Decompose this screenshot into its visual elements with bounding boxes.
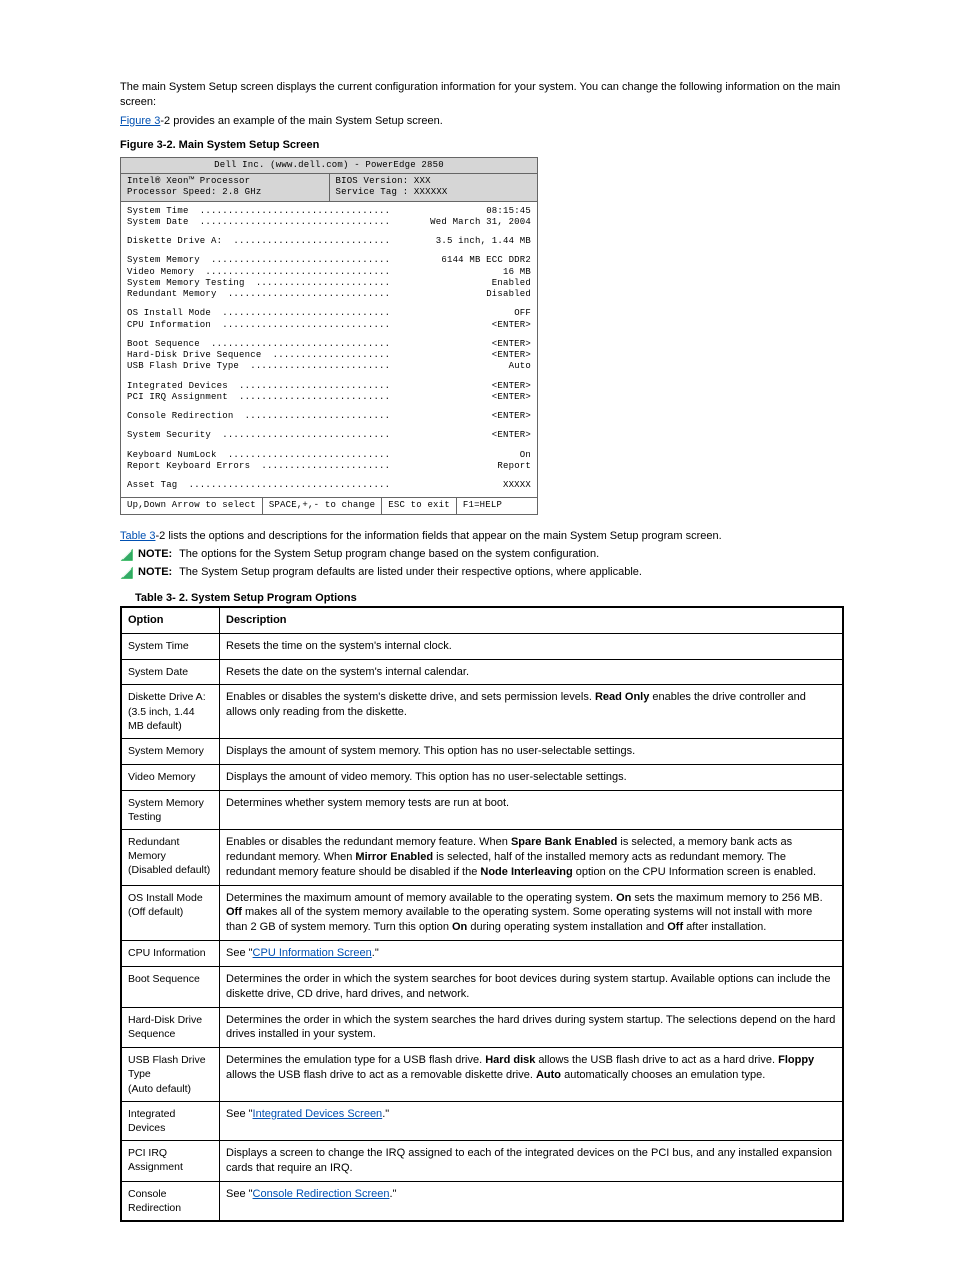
table-row: CPU InformationSee "CPU Information Scre… (121, 941, 843, 967)
bios-setting-row: PCI IRQ Assignment .....................… (127, 392, 531, 403)
inline-link[interactable]: Console Redirection Screen (253, 1188, 390, 1200)
option-cell: OS Install Mode(Off default) (121, 885, 220, 941)
bios-setting-row: System Time ............................… (127, 206, 531, 217)
bios-setting-row: Video Memory ...........................… (127, 267, 531, 278)
bios-setting-row: Console Redirection ....................… (127, 411, 531, 422)
bios-setting-row: System Date ............................… (127, 217, 531, 228)
table-row: PCI IRQ AssignmentDisplays a screen to c… (121, 1141, 843, 1182)
description-cell: Enables or disables the redundant memory… (220, 830, 844, 886)
bios-setting-row: Integrated Devices .....................… (127, 381, 531, 392)
table-row: Video MemoryDisplays the amount of video… (121, 764, 843, 790)
description-cell: See "Console Redirection Screen." (220, 1181, 844, 1221)
table-row: Boot SequenceDetermines the order in whi… (121, 966, 843, 1007)
option-cell: PCI IRQ Assignment (121, 1141, 220, 1182)
figure-link-line: Figure 3-2 provides an example of the ma… (120, 115, 844, 127)
inline-link[interactable]: CPU Information Screen (253, 947, 372, 959)
table-row: System DateResets the date on the system… (121, 659, 843, 685)
table-row: System TimeResets the time on the system… (121, 633, 843, 659)
option-cell: System Memory (121, 738, 220, 764)
bios-setting-row: Redundant Memory .......................… (127, 289, 531, 300)
description-cell: Determines whether system memory tests a… (220, 790, 844, 829)
option-cell: Integrated Devices (121, 1101, 220, 1140)
note-icon (120, 566, 134, 580)
bios-header-left: Intel® Xeon™ Processor Processor Speed: … (121, 174, 330, 201)
bios-footer-hint: Up,Down Arrow to select (121, 498, 263, 513)
table-lead-paragraph: Table 3-2 lists the options and descript… (120, 529, 844, 544)
figure-3-link[interactable]: Figure 3 (120, 115, 160, 127)
col-option: Option (121, 607, 220, 633)
description-cell: Displays the amount of video memory. Thi… (220, 764, 844, 790)
bios-footer: Up,Down Arrow to selectSPACE,+,- to chan… (121, 497, 537, 513)
figure-caption: Figure 3-2. Main System Setup Screen (120, 139, 844, 151)
bios-setting-row: Boot Sequence ..........................… (127, 339, 531, 350)
table-row: Redundant Memory(Disabled default)Enable… (121, 830, 843, 886)
bios-setting-row: System Memory Testing ..................… (127, 278, 531, 289)
option-cell: USB Flash Drive Type(Auto default) (121, 1048, 220, 1102)
table-caption: Table 3- 2. System Setup Program Options (135, 592, 844, 604)
note-1: NOTE: The options for the System Setup p… (120, 548, 844, 562)
intro-paragraph: The main System Setup screen displays th… (120, 80, 844, 111)
option-cell: Hard-Disk Drive Sequence (121, 1007, 220, 1048)
bios-setting-row: OS Install Mode ........................… (127, 308, 531, 319)
bios-setting-row: Hard-Disk Drive Sequence ...............… (127, 350, 531, 361)
description-cell: Determines the order in which the system… (220, 966, 844, 1007)
description-cell: Displays a screen to change the IRQ assi… (220, 1141, 844, 1182)
bios-header-right: BIOS Version: XXX Service Tag : XXXXXX (330, 174, 538, 201)
table-row: Integrated DevicesSee "Integrated Device… (121, 1101, 843, 1140)
table-row: OS Install Mode(Off default)Determines t… (121, 885, 843, 941)
option-cell: Video Memory (121, 764, 220, 790)
description-cell: Resets the time on the system's internal… (220, 633, 844, 659)
table-row: Console RedirectionSee "Console Redirect… (121, 1181, 843, 1221)
option-cell: System Date (121, 659, 220, 685)
description-cell: Resets the date on the system's internal… (220, 659, 844, 685)
bios-title: Dell Inc. (www.dell.com) - PowerEdge 285… (121, 158, 537, 174)
description-cell: Determines the maximum amount of memory … (220, 885, 844, 941)
description-cell: See "Integrated Devices Screen." (220, 1101, 844, 1140)
table-row: USB Flash Drive Type(Auto default)Determ… (121, 1048, 843, 1102)
col-description: Description (220, 607, 844, 633)
option-cell: Console Redirection (121, 1181, 220, 1221)
figure-link-suffix: -2 provides an example of the main Syste… (160, 115, 442, 127)
description-cell: Displays the amount of system memory. Th… (220, 738, 844, 764)
intro-text: The main System Setup screen displays th… (120, 81, 840, 108)
table-3-link[interactable]: Table 3 (120, 530, 155, 542)
bios-setting-row: Asset Tag ..............................… (127, 480, 531, 491)
bios-footer-hint: SPACE,+,- to change (263, 498, 382, 513)
bios-setting-row: System Security ........................… (127, 430, 531, 441)
option-cell: System Memory Testing (121, 790, 220, 829)
table-row: System MemoryDisplays the amount of syst… (121, 738, 843, 764)
option-cell: CPU Information (121, 941, 220, 967)
option-cell: Diskette Drive A:(3.5 inch, 1.44 MB defa… (121, 685, 220, 739)
option-cell: Boot Sequence (121, 966, 220, 1007)
description-cell: Determines the emulation type for a USB … (220, 1048, 844, 1102)
bios-setting-row: CPU Information ........................… (127, 320, 531, 331)
bios-footer-hint: ESC to exit (382, 498, 457, 513)
bios-setting-row: Diskette Drive A: ......................… (127, 236, 531, 247)
description-cell: Enables or disables the system's diskett… (220, 685, 844, 739)
bios-footer-hint: F1=HELP (457, 498, 508, 513)
description-cell: See "CPU Information Screen." (220, 941, 844, 967)
bios-setting-row: Report Keyboard Errors .................… (127, 461, 531, 472)
inline-link[interactable]: Integrated Devices Screen (253, 1108, 383, 1120)
description-cell: Determines the order in which the system… (220, 1007, 844, 1048)
table-row: System Memory TestingDetermines whether … (121, 790, 843, 829)
option-cell: System Time (121, 633, 220, 659)
option-cell: Redundant Memory(Disabled default) (121, 830, 220, 886)
bios-screenshot: Dell Inc. (www.dell.com) - PowerEdge 285… (120, 157, 538, 515)
bios-setting-row: Keyboard NumLock .......................… (127, 450, 531, 461)
bios-setting-row: System Memory ..........................… (127, 255, 531, 266)
note-2: NOTE: The System Setup program defaults … (120, 566, 844, 580)
options-table: Option Description System TimeResets the… (120, 606, 844, 1222)
table-row: Diskette Drive A:(3.5 inch, 1.44 MB defa… (121, 685, 843, 739)
table-row: Hard-Disk Drive SequenceDetermines the o… (121, 1007, 843, 1048)
note-icon (120, 548, 134, 562)
bios-setting-row: USB Flash Drive Type ...................… (127, 361, 531, 372)
